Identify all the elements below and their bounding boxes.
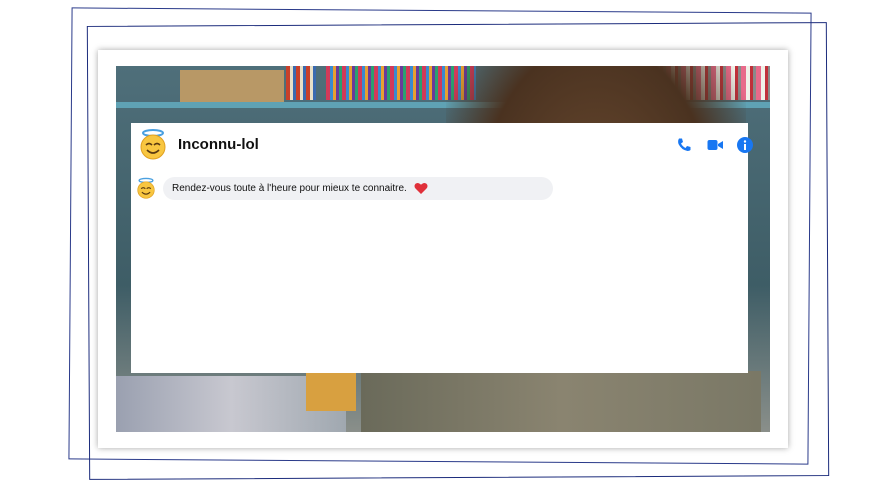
contact-name[interactable]: Inconnu-lol [178, 136, 259, 153]
person-shirt [361, 371, 761, 432]
video-call-icon[interactable] [707, 137, 723, 153]
message-bubble[interactable]: Rendez-vous toute à l'heure pour mieux t… [163, 177, 553, 200]
phone-icon[interactable] [676, 137, 692, 153]
message-text: Rendez-vous toute à l'heure pour mieux t… [172, 183, 407, 194]
info-icon[interactable] [737, 137, 753, 153]
smiling-face-with-halo-icon[interactable] [137, 128, 169, 160]
messenger-chat-panel: Inconnu-lol Rendez-vous toute à l'heure … [131, 123, 753, 373]
cardboard-box [180, 70, 284, 104]
smiling-face-with-halo-icon [137, 177, 155, 199]
heart-icon [414, 182, 428, 194]
books-shelf [286, 66, 316, 100]
wooden-stool [306, 371, 356, 411]
